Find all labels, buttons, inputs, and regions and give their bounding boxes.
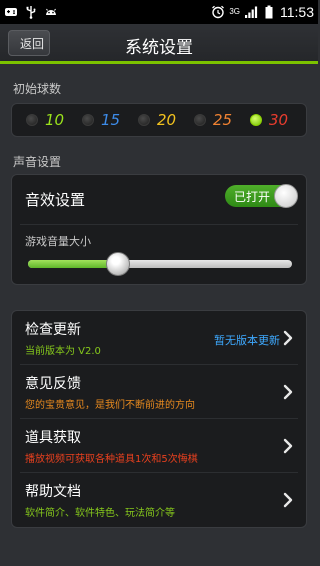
- chevron-right-icon: [283, 438, 293, 454]
- settings-row-subtitle: 当前版本为 V2.0: [25, 346, 101, 357]
- radio-icon[interactable]: [194, 114, 206, 126]
- settings-row-title: 道具获取: [25, 430, 81, 446]
- settings-row-subtitle: 播放视频可获取各种道具1次和5次悔棋: [25, 454, 198, 465]
- signal-icon: [244, 5, 258, 19]
- clock: 11:53: [280, 4, 314, 20]
- volume-slider[interactable]: [28, 252, 292, 276]
- alarm-icon: [211, 5, 225, 19]
- radio-icon[interactable]: [26, 114, 38, 126]
- radio-icon[interactable]: [82, 114, 94, 126]
- radio-icon[interactable]: [138, 114, 150, 126]
- sound-effects-toggle[interactable]: 已打开: [225, 184, 298, 208]
- ball-count-option-25[interactable]: 25: [194, 111, 250, 129]
- game-controller-icon: [4, 5, 18, 19]
- chevron-right-icon: [283, 384, 293, 400]
- settings-row-title: 检查更新: [25, 322, 81, 338]
- radio-selected-icon[interactable]: [250, 114, 262, 126]
- settings-row-subtitle: 您的宝贵意见，是我们不断前进的方向: [25, 400, 195, 411]
- sound-panel: 音效设置 已打开 游戏音量大小: [11, 174, 307, 285]
- toggle-label: 已打开: [234, 189, 271, 204]
- volume-slider-thumb[interactable]: [105, 252, 130, 276]
- divider: [20, 224, 298, 225]
- sound-effects-label: 音效设置: [25, 191, 86, 209]
- page-title: 系统设置: [125, 38, 193, 58]
- ball-count-panel: 10 15 20 25 30: [11, 103, 307, 137]
- ball-count-value: 15: [101, 111, 121, 129]
- update-status-text: 暂无版本更新: [214, 334, 280, 347]
- usb-icon: [24, 5, 38, 19]
- toggle-knob: [274, 184, 298, 208]
- ball-count-option-10[interactable]: 10: [26, 111, 82, 129]
- ball-count-section-label: 初始球数: [13, 82, 62, 96]
- network-type: 3G: [229, 7, 240, 16]
- volume-label: 游戏音量大小: [25, 235, 91, 248]
- volume-slider-fill: [28, 260, 118, 268]
- settings-row-1[interactable]: 意见反馈您的宝贵意见，是我们不断前进的方向: [12, 365, 306, 419]
- ball-count-value: 10: [45, 111, 65, 129]
- settings-row-2[interactable]: 道具获取播放视频可获取各种道具1次和5次悔棋: [12, 419, 306, 473]
- android-icon: [44, 5, 58, 19]
- chevron-right-icon: [283, 330, 293, 346]
- settings-row-title: 帮助文档: [25, 484, 81, 500]
- settings-row-subtitle: 软件简介、软件特色、玩法简介等: [25, 508, 175, 519]
- title-bar: 返回 系统设置: [0, 24, 318, 64]
- ball-count-options: 10 15 20 25 30: [12, 104, 306, 136]
- ball-count-value: 30: [269, 111, 289, 129]
- settings-row-title: 意见反馈: [25, 376, 81, 392]
- settings-row-0[interactable]: 检查更新当前版本为 V2.0 暂无版本更新: [12, 311, 306, 365]
- settings-list: 检查更新当前版本为 V2.0 暂无版本更新意见反馈您的宝贵意见，是我们不断前进的方…: [11, 310, 307, 528]
- sound-section-label: 声音设置: [13, 155, 62, 169]
- ball-count-option-15[interactable]: 15: [82, 111, 138, 129]
- chevron-right-icon: [283, 492, 293, 508]
- ball-count-option-20[interactable]: 20: [138, 111, 194, 129]
- ball-count-value: 25: [213, 111, 233, 129]
- battery-icon: [262, 5, 276, 19]
- ball-count-value: 20: [157, 111, 177, 129]
- status-bar: 3G 11:53: [0, 0, 318, 24]
- settings-row-3[interactable]: 帮助文档软件简介、软件特色、玩法简介等: [12, 473, 306, 527]
- ball-count-option-30[interactable]: 30: [250, 111, 306, 129]
